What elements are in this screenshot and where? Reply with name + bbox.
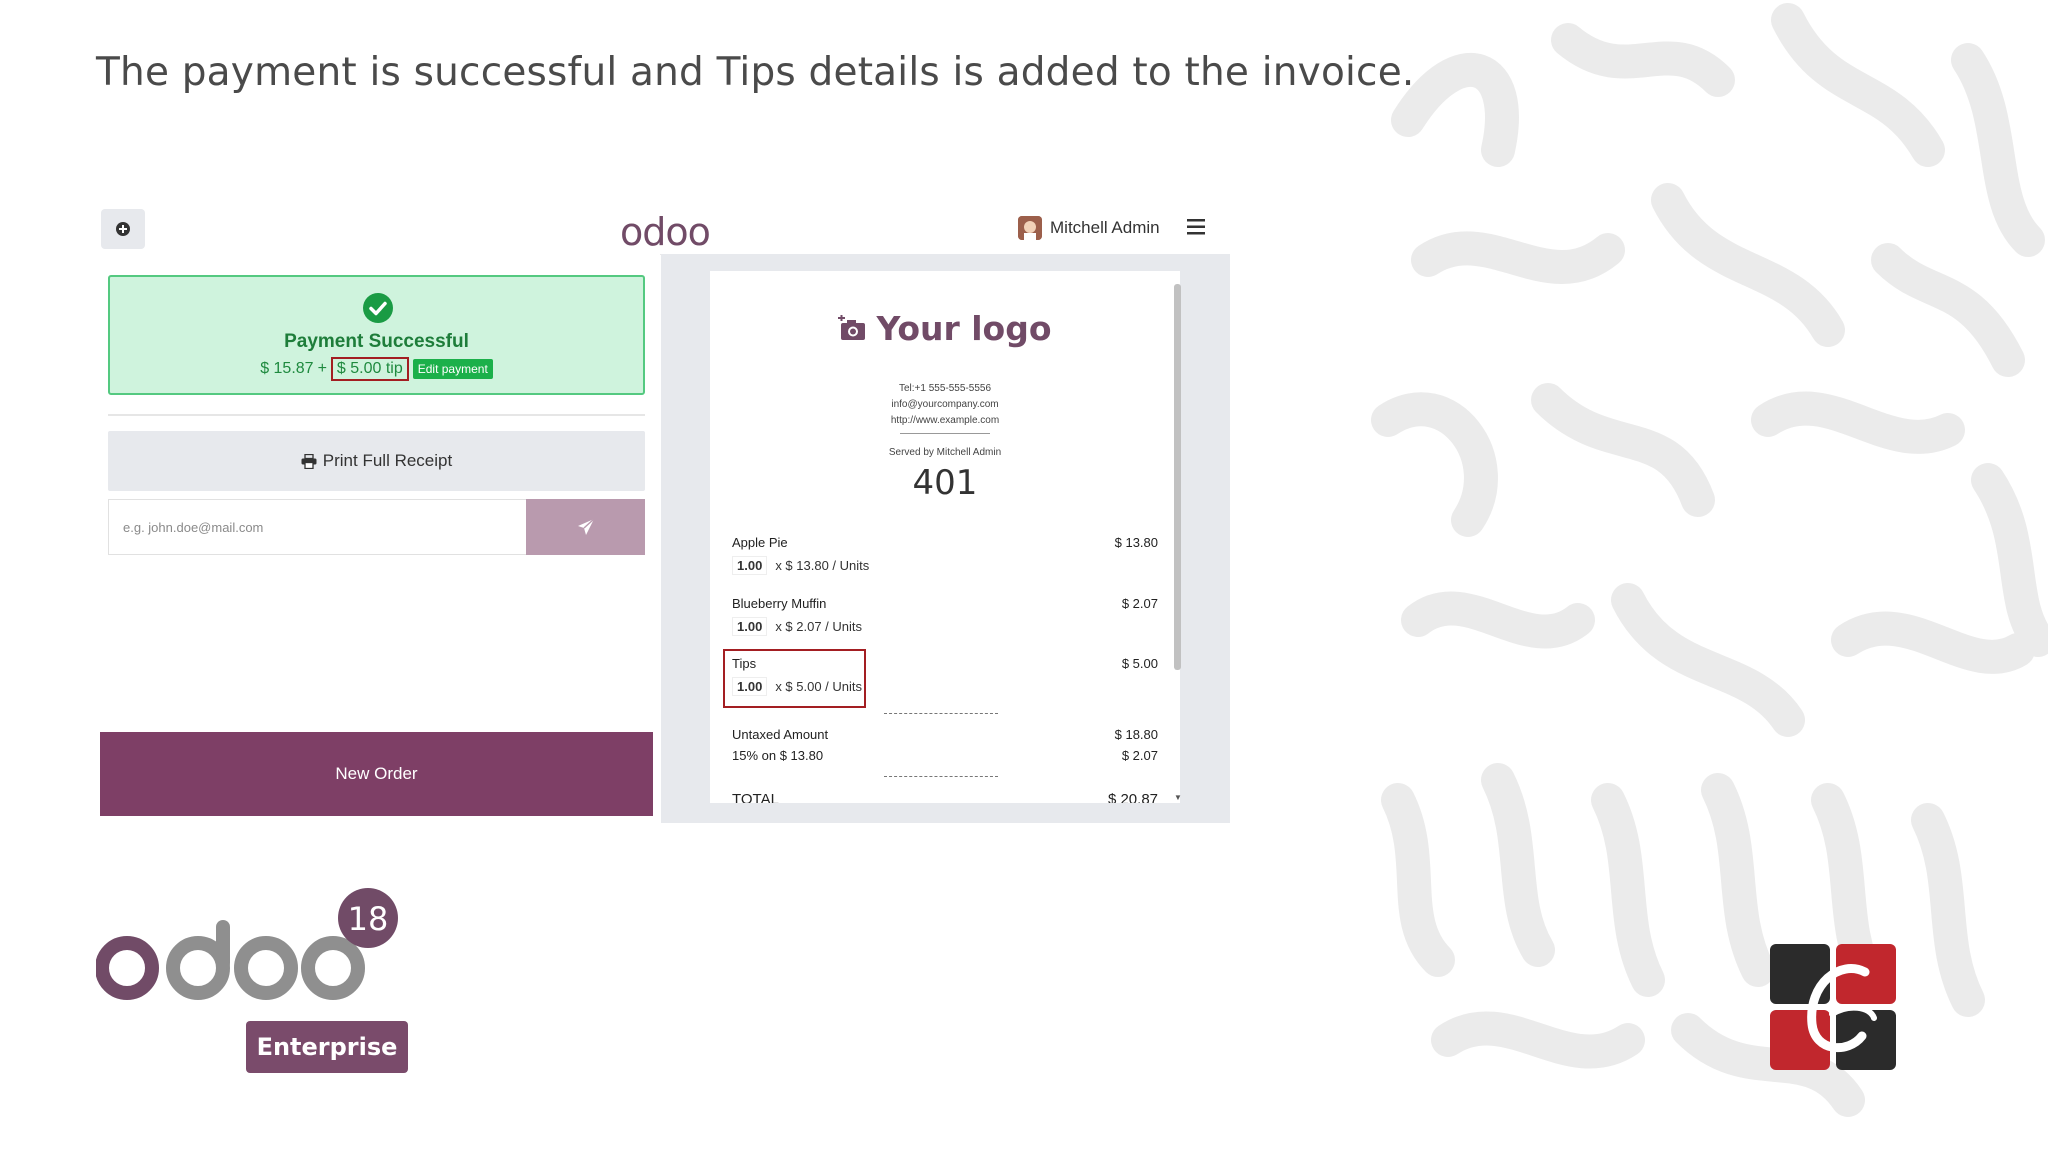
divider <box>108 414 645 416</box>
company-email: info@yourcompany.com <box>891 399 999 410</box>
total-label: TOTAL <box>732 791 779 803</box>
decorative-pattern <box>1368 0 2048 1152</box>
email-input[interactable] <box>108 499 526 555</box>
line-price: $ 13.80 <box>1114 535 1158 550</box>
user-name: Mitchell Admin <box>1050 218 1160 237</box>
payment-amount: $ 15.87 <box>260 360 314 377</box>
camera-icon <box>838 315 866 340</box>
line-qty: 1.00 <box>732 556 768 575</box>
divider <box>900 433 990 434</box>
user-menu[interactable]: Mitchell Admin <box>1018 215 1160 241</box>
untaxed-label: Untaxed Amount <box>732 727 829 742</box>
tips-highlight-box <box>723 649 866 708</box>
line-product: Apple Pie <box>732 535 788 550</box>
tax-row: 15% on $ 13.80 $ 2.07 <box>732 748 1158 763</box>
print-receipt-button[interactable]: Print Full Receipt <box>108 431 645 491</box>
plus-circle-icon <box>116 222 130 236</box>
tip-amount: $ 5.00 tip <box>330 357 409 381</box>
avatar <box>1018 216 1042 240</box>
receipt-scrollbar[interactable] <box>1174 284 1181 670</box>
untaxed-value: $ 18.80 <box>1114 727 1158 742</box>
tax-value: $ 2.07 <box>1121 748 1158 763</box>
scroll-down-arrow-icon[interactable]: ▼ <box>1174 793 1182 802</box>
receipt-line: Blueberry Muffin $ 2.07 1.00 x $ 2.07 / U… <box>732 596 1158 636</box>
receipt-logo-text: Your logo <box>876 308 1052 348</box>
add-order-button[interactable] <box>101 209 145 249</box>
divider <box>884 776 998 778</box>
payment-panel: Payment Successful $ 15.87 + $ 5.00 tip … <box>100 254 660 823</box>
receipt-line: Apple Pie $ 13.80 1.00 x $ 13.80 / Units <box>732 535 1158 575</box>
line-product: Blueberry Muffin <box>732 596 827 611</box>
email-receipt-row <box>108 499 645 555</box>
order-number: 401 <box>912 463 978 503</box>
pos-topbar: odoo Mitchell Admin <box>100 202 1230 255</box>
total-value: $ 20.87 <box>1107 791 1158 803</box>
slide-title: The payment is successful and Tips detai… <box>96 50 1415 95</box>
receipt-logo: Your logo <box>710 293 1180 363</box>
odoo-18-logo: 18 <box>95 888 416 1013</box>
company-logo <box>1770 944 1896 1070</box>
line-price: $ 5.00 <box>1121 656 1158 671</box>
payment-amounts: $ 15.87 + $ 5.00 tip Edit payment <box>110 357 643 381</box>
odoo-brand-logo: odoo <box>620 210 711 254</box>
enterprise-badge: Enterprise <box>246 1021 408 1073</box>
line-price: $ 2.07 <box>1121 596 1158 611</box>
plus-separator: + <box>317 360 327 377</box>
line-unit-price: x $ 13.80 / Units <box>775 558 870 573</box>
payment-success-card: Payment Successful $ 15.87 + $ 5.00 tip … <box>108 275 645 395</box>
tax-label: 15% on $ 13.80 <box>732 748 824 763</box>
company-phone: Tel:+1 555-555-5556 <box>898 383 992 394</box>
receipt-panel: Your logo Tel:+1 555-555-5556 info@yourc… <box>661 254 1230 823</box>
untaxed-row: Untaxed Amount $ 18.80 <box>732 727 1158 742</box>
printer-icon <box>301 453 317 469</box>
company-website: http://www.example.com <box>890 415 1000 426</box>
pos-screen: odoo Mitchell Admin Payment Successful $… <box>100 202 1230 823</box>
paper-plane-icon <box>577 518 595 535</box>
payment-status: Payment Successful <box>284 331 469 352</box>
hamburger-menu-icon[interactable] <box>1186 216 1206 238</box>
line-qty: 1.00 <box>732 617 768 636</box>
print-receipt-label: Print Full Receipt <box>322 451 453 470</box>
company-contact: Tel:+1 555-555-5556 info@yourcompany.com… <box>710 381 1180 429</box>
divider <box>884 713 998 715</box>
line-unit-price: x $ 2.07 / Units <box>775 619 863 634</box>
served-by: Served by Mitchell Admin <box>888 447 1002 458</box>
version-badge: 18 <box>348 900 389 938</box>
total-row: TOTAL $ 20.87 <box>732 791 1158 803</box>
new-order-button[interactable]: New Order <box>100 732 653 816</box>
receipt: Your logo Tel:+1 555-555-5556 info@yourc… <box>710 271 1180 803</box>
send-email-button[interactable] <box>526 499 645 555</box>
edit-payment-button[interactable]: Edit payment <box>412 359 493 379</box>
check-circle-icon <box>363 293 393 323</box>
